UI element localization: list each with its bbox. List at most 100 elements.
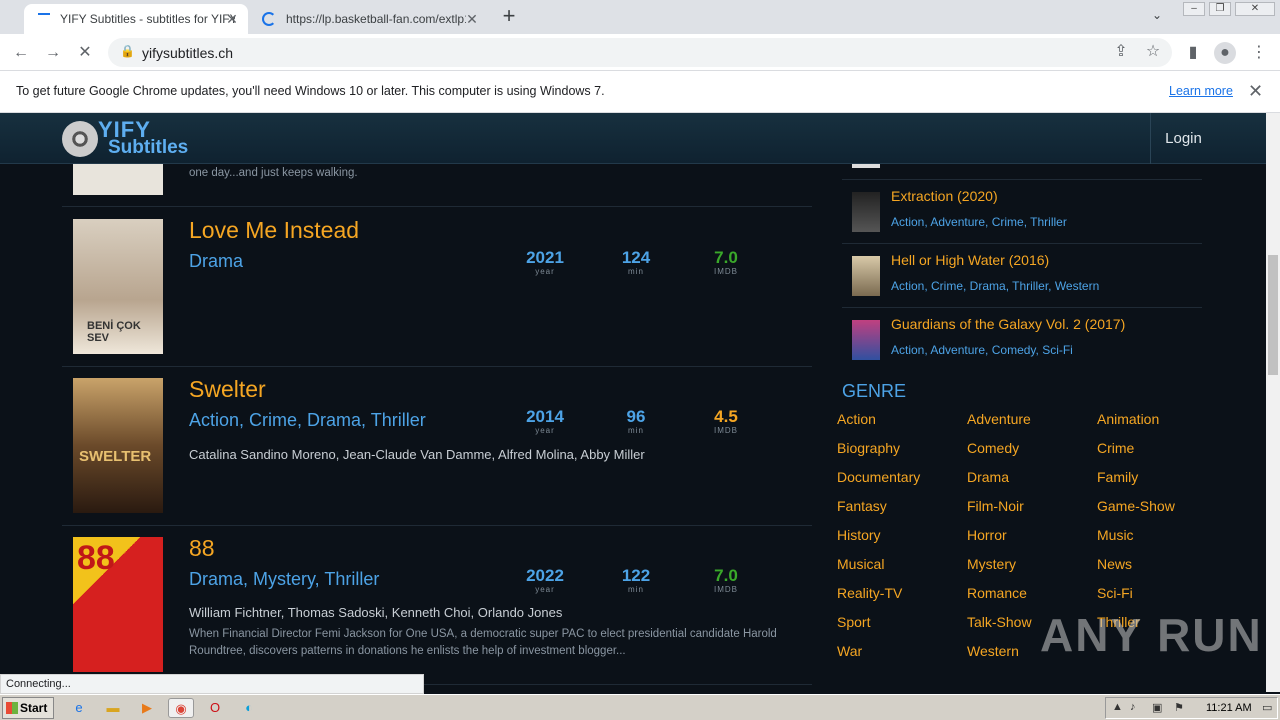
- tray-expand-icon[interactable]: ▲: [1112, 701, 1123, 713]
- scrollbar-thumb[interactable]: [1268, 255, 1278, 375]
- movie-title[interactable]: Love Me Instead: [189, 217, 359, 244]
- flag-icon[interactable]: ⚑: [1174, 701, 1184, 714]
- movie-genres[interactable]: Action, Crime, Drama, Thriller: [189, 410, 426, 431]
- rating-value: 7.0: [714, 248, 738, 267]
- new-tab-button[interactable]: +: [498, 5, 520, 28]
- genre-link-crime[interactable]: Crime: [1097, 440, 1134, 456]
- stop-loading-icon[interactable]: ✕: [74, 42, 96, 64]
- tab-search-chevron-icon[interactable]: ⌄: [1152, 8, 1162, 22]
- sidebar-movie-item[interactable]: Extraction (2020) Action, Adventure, Cri…: [842, 180, 1202, 244]
- genre-link-drama[interactable]: Drama: [967, 469, 1009, 485]
- genre-link-romance[interactable]: Romance: [967, 585, 1027, 601]
- page-viewport: YIFY Subtitles Login one day...and just …: [0, 113, 1266, 692]
- sidebar-movie-title[interactable]: Extraction (2020): [891, 188, 998, 204]
- genre-link-action[interactable]: Action: [837, 411, 876, 427]
- runtime-value: 96: [626, 407, 646, 426]
- genre-link-biography[interactable]: Biography: [837, 440, 900, 456]
- film-reel-logo-icon[interactable]: [62, 121, 98, 157]
- tab-basketball[interactable]: https://lp.basketball-fan.com/extlp1 ✕: [248, 4, 488, 34]
- edge-icon[interactable]: ◐: [238, 698, 260, 718]
- genre-link-sport[interactable]: Sport: [837, 614, 870, 630]
- url-text[interactable]: yifysubtitles.ch: [142, 45, 233, 61]
- genre-link-news[interactable]: News: [1097, 556, 1132, 572]
- chrome-icon[interactable]: ◉: [168, 698, 194, 718]
- window-close-button[interactable]: ✕: [1235, 2, 1275, 16]
- genre-link-history[interactable]: History: [837, 527, 881, 543]
- media-player-icon[interactable]: ▶: [136, 698, 158, 718]
- logo-subtitles-text[interactable]: Subtitles: [108, 137, 188, 159]
- year-stat: 2021 year: [515, 249, 575, 277]
- genre-link-comedy[interactable]: Comedy: [967, 440, 1019, 456]
- genre-link-talk-show[interactable]: Talk-Show: [967, 614, 1032, 630]
- learn-more-link[interactable]: Learn more: [1169, 84, 1233, 98]
- bookmark-star-icon[interactable]: ☆: [1142, 41, 1164, 63]
- genre-link-music[interactable]: Music: [1097, 527, 1134, 543]
- movie-item[interactable]: SWELTER Swelter Action, Crime, Drama, Th…: [62, 367, 812, 526]
- close-infobar-icon[interactable]: ✕: [1248, 81, 1263, 102]
- close-tab-icon[interactable]: ✕: [464, 11, 480, 27]
- sidebar-movie-title[interactable]: Guardians of the Galaxy Vol. 2 (2017): [891, 316, 1125, 332]
- share-icon[interactable]: ⇪: [1110, 41, 1132, 63]
- genre-link-film-noir[interactable]: Film-Noir: [967, 498, 1024, 514]
- genre-link-documentary[interactable]: Documentary: [837, 469, 920, 485]
- minimize-button[interactable]: –: [1183, 2, 1205, 16]
- login-button[interactable]: Login: [1150, 113, 1216, 164]
- windows-logo-icon: [6, 702, 18, 714]
- movie-item[interactable]: BENİ ÇOK SEV Love Me Instead Drama 2021 …: [62, 208, 812, 367]
- side-panel-icon[interactable]: ▮: [1182, 42, 1204, 64]
- show-desktop-icon[interactable]: ▭: [1262, 701, 1272, 714]
- movie-title[interactable]: Swelter: [189, 376, 266, 403]
- close-tab-icon[interactable]: ✕: [224, 11, 240, 27]
- genre-link-mystery[interactable]: Mystery: [967, 556, 1016, 572]
- sidebar-thumb[interactable]: [852, 320, 880, 360]
- sidebar-movie-genres[interactable]: Action, Adventure, Crime, Thriller: [891, 215, 1067, 229]
- movie-poster[interactable]: 88: [73, 537, 163, 672]
- genre-link-musical[interactable]: Musical: [837, 556, 884, 572]
- movie-genres[interactable]: Drama, Mystery, Thriller: [189, 569, 379, 590]
- sidebar-thumb[interactable]: [852, 256, 880, 296]
- genre-link-adventure[interactable]: Adventure: [967, 411, 1031, 427]
- profile-avatar-icon[interactable]: ●: [1214, 42, 1236, 64]
- forward-icon[interactable]: →: [42, 42, 64, 64]
- status-bubble: Connecting...: [0, 674, 424, 694]
- browser-toolbar: ← → ✕ 🔒 yifysubtitles.ch ⇪ ☆ ▮ ● ⋮: [0, 34, 1280, 71]
- lock-icon[interactable]: 🔒: [120, 44, 135, 58]
- tab-title: YIFY Subtitles - subtitles for YIFY movi…: [60, 12, 235, 26]
- clock[interactable]: 11:21 AM: [1206, 702, 1252, 714]
- restore-button[interactable]: ❐: [1209, 2, 1231, 16]
- genre-link-war[interactable]: War: [837, 643, 862, 659]
- address-bar[interactable]: 🔒 yifysubtitles.ch ⇪ ☆: [108, 38, 1172, 67]
- sidebar-movie-title[interactable]: Hell or High Water (2016): [891, 252, 1049, 268]
- tab-yify[interactable]: YIFY Subtitles - subtitles for YIFY movi…: [24, 4, 248, 34]
- movie-genres[interactable]: Drama: [189, 251, 243, 272]
- year-label: year: [535, 426, 555, 435]
- genre-link-sci-fi[interactable]: Sci-Fi: [1097, 585, 1133, 601]
- ie-icon[interactable]: e: [68, 698, 90, 718]
- genre-link-game-show[interactable]: Game-Show: [1097, 498, 1175, 514]
- genre-link-fantasy[interactable]: Fantasy: [837, 498, 887, 514]
- page-scrollbar[interactable]: [1266, 113, 1280, 692]
- sidebar-thumb[interactable]: [852, 192, 880, 232]
- windows-taskbar: Start e ▬ ▶ ◉ O ◐ ▲ ♪ ▣ ⚑ 11:21 AM ▭: [0, 694, 1280, 720]
- genre-link-horror[interactable]: Horror: [967, 527, 1007, 543]
- opera-icon[interactable]: O: [204, 698, 226, 718]
- infobar-message: To get future Google Chrome updates, you…: [16, 84, 605, 98]
- movie-poster[interactable]: BENİ ÇOK SEV: [73, 219, 163, 354]
- sidebar-movie-item[interactable]: Hell or High Water (2016) Action, Crime,…: [842, 244, 1202, 308]
- explorer-folder-icon[interactable]: ▬: [102, 698, 124, 718]
- volume-icon[interactable]: ♪: [1130, 701, 1136, 713]
- sidebar-movie-genres[interactable]: Action, Crime, Drama, Thriller, Western: [891, 279, 1099, 293]
- menu-kebab-icon[interactable]: ⋮: [1248, 42, 1270, 64]
- start-button[interactable]: Start: [2, 697, 54, 719]
- sidebar-movie-genres[interactable]: Action, Adventure, Comedy, Sci-Fi: [891, 343, 1073, 357]
- genre-link-western[interactable]: Western: [967, 643, 1019, 659]
- network-icon[interactable]: ▣: [1152, 701, 1162, 714]
- back-icon[interactable]: ←: [10, 42, 32, 64]
- genre-link-animation[interactable]: Animation: [1097, 411, 1159, 427]
- movie-poster[interactable]: SWELTER: [73, 378, 163, 513]
- genre-link-reality-tv[interactable]: Reality-TV: [837, 585, 902, 601]
- movie-item[interactable]: 88 88 Drama, Mystery, Thriller 2022 year…: [62, 526, 812, 685]
- genre-link-family[interactable]: Family: [1097, 469, 1138, 485]
- sidebar-movie-item[interactable]: Guardians of the Galaxy Vol. 2 (2017) Ac…: [842, 308, 1202, 372]
- movie-title[interactable]: 88: [189, 535, 215, 562]
